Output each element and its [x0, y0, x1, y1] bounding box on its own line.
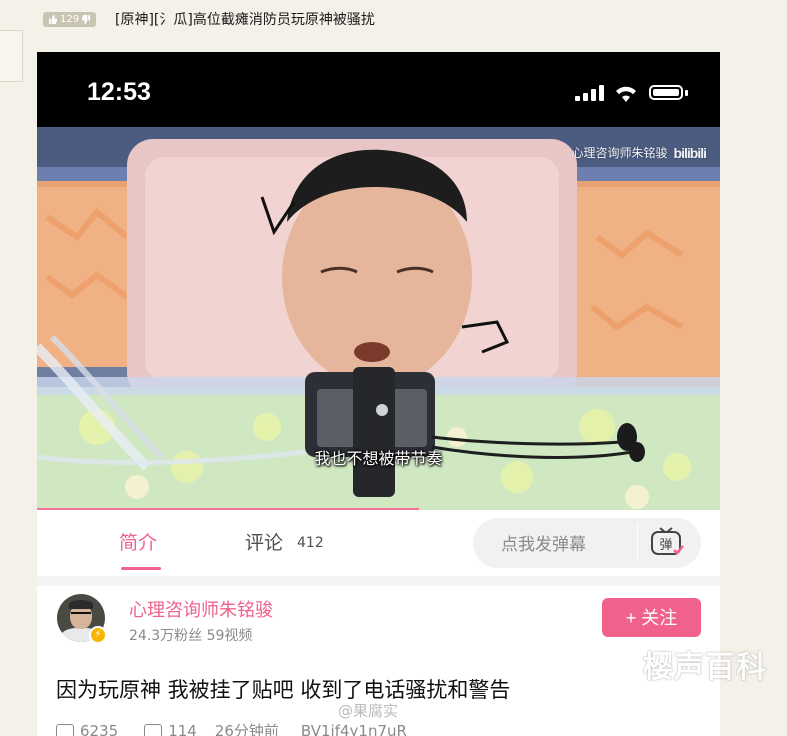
battery-icon — [649, 85, 683, 100]
uploader-stats: 24.3万粉丝 59视频 — [129, 628, 253, 644]
status-bar: 12:53 — [37, 52, 720, 127]
play-count-icon — [56, 723, 74, 736]
thumbs-up-icon — [48, 15, 57, 24]
danmaku-placeholder: 点我发弹幕 — [501, 535, 586, 555]
verified-badge-icon: ⚡ — [89, 626, 107, 644]
battery-tip — [685, 90, 688, 96]
weibo-watermark: @果腐实 — [338, 702, 399, 720]
like-badge[interactable]: 129 — [43, 12, 97, 27]
danmaku-count-icon — [144, 723, 163, 736]
active-tab-indicator — [121, 567, 161, 570]
thumbs-down-icon — [82, 15, 91, 24]
bilibili-logo: bilibili — [673, 144, 707, 161]
status-clock: 12:53 — [87, 78, 151, 106]
tabs-row: 简介 评论 412 点我发弹幕 弹 — [37, 510, 720, 576]
uploader-watermark-text: 心理咨询师朱铭骏 — [571, 146, 668, 160]
danmaku-toggle-label: 弹 — [659, 538, 672, 553]
cell-signal-icon — [575, 85, 604, 101]
danmaku-count: 114 — [168, 721, 197, 736]
section-divider — [37, 576, 720, 586]
post-title[interactable]: [原神][氵瓜]高位截瘫消防员玩原神被骚扰 — [115, 9, 375, 29]
forum-header: 129 [原神][氵瓜]高位截瘫消防员玩原神被骚扰 — [0, 0, 787, 36]
side-panel-tab[interactable] — [0, 30, 23, 82]
pill-separator — [637, 524, 638, 560]
video-title: 因为玩原神 我被挂了贴吧 收到了电话骚扰和警告 — [56, 678, 511, 702]
upload-time: 26分钟前 — [214, 722, 279, 736]
danmaku-toggle-icon[interactable]: 弹 — [650, 526, 684, 558]
site-watermark: 樱声百科 — [643, 650, 767, 685]
video-player[interactable]: 心理咨询师朱铭骏 bilibili 我也不想被带节奏 — [37, 127, 720, 510]
like-count: 129 — [60, 14, 80, 25]
video-meta-row: 6235 114 26分钟前 BV1if4y1n7uR — [56, 720, 407, 736]
bvid: BV1if4y1n7uR — [300, 721, 407, 736]
phone-screenshot: 12:53 心理咨询师朱铭骏 bilibili 我也不想被带节奏 简介 评论 4… — [37, 52, 720, 736]
video-watermark: 心理咨询师朱铭骏 bilibili — [571, 144, 707, 161]
uploader-card: ⚡ 心理咨询师朱铭骏 24.3万粉丝 59视频 + 关注 — [37, 586, 720, 666]
tab-intro[interactable]: 简介 — [119, 528, 157, 555]
play-count: 6235 — [80, 721, 119, 736]
comments-count: 412 — [297, 535, 324, 551]
tab-comments[interactable]: 评论 — [245, 528, 283, 555]
video-subtitle: 我也不想被带节奏 — [314, 449, 443, 468]
follow-button[interactable]: + 关注 — [602, 598, 701, 637]
uploader-name[interactable]: 心理咨询师朱铭骏 — [129, 596, 273, 622]
wifi-icon — [616, 86, 636, 102]
